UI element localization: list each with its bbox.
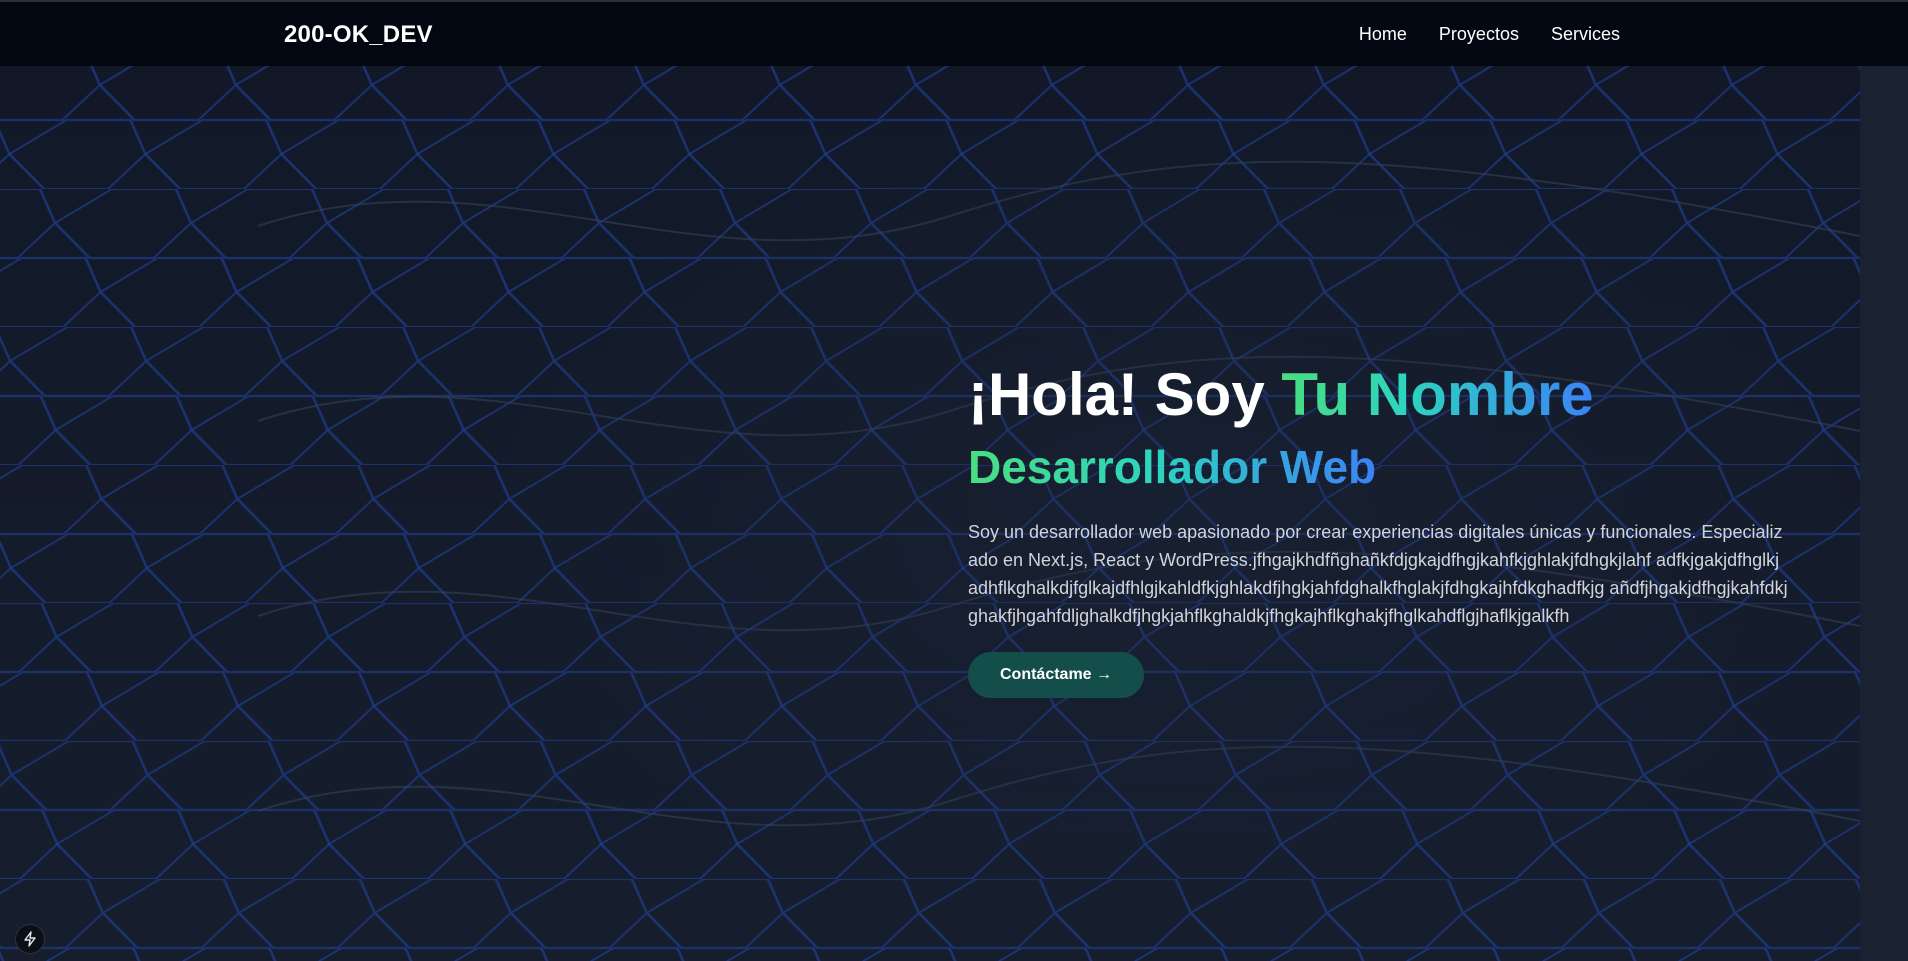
hero-description: Soy un desarrollador web apasionado por … (968, 522, 1788, 626)
brand-logo[interactable]: 200-OK_DEV (284, 21, 433, 49)
navbar: 200-OK_DEV Home Proyectos Services (0, 0, 1908, 66)
lightning-bolt-icon (24, 931, 36, 947)
page: 200-OK_DEV Home Proyectos Services ¡Hola… (0, 0, 1908, 961)
contact-button[interactable]: Contáctame → (968, 652, 1145, 698)
nav-links: Home Proyectos Services (1359, 24, 1620, 45)
dev-tools-button[interactable] (15, 924, 45, 954)
nav-link-proyectos[interactable]: Proyectos (1439, 24, 1519, 45)
scrollbar-track (1860, 66, 1908, 961)
hero-greeting: ¡Hola! Soy (968, 361, 1282, 428)
nav-link-services[interactable]: Services (1551, 24, 1620, 45)
hero-section: ¡Hola! Soy Tu Nombre Desarrollador Web S… (968, 358, 1788, 698)
hero-name: Tu Nombre (1281, 361, 1594, 428)
nav-link-home[interactable]: Home (1359, 24, 1407, 45)
hero-subtitle: Desarrollador Web (968, 438, 1376, 496)
hero-title: ¡Hola! Soy Tu Nombre (968, 358, 1788, 432)
